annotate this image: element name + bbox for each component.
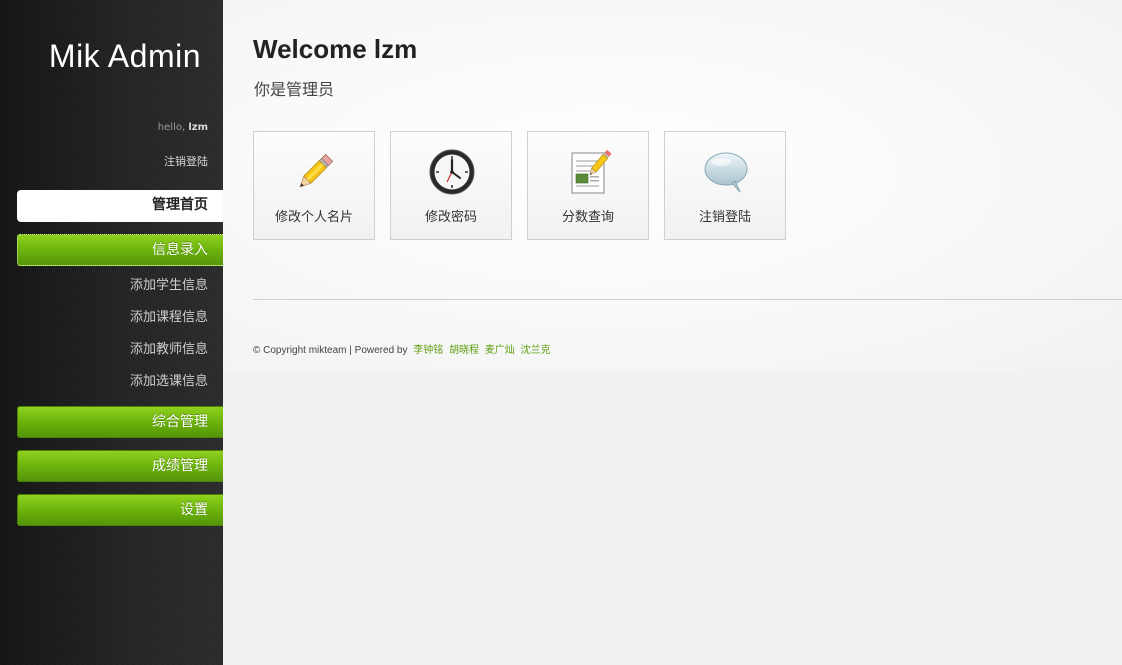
tile-grade-query[interactable]: 分数查询 (527, 131, 649, 240)
tile-logout[interactable]: 注销登陆 (664, 131, 786, 240)
user-greeting: hello, lzm (158, 122, 208, 133)
copyright-text: © Copyright mikteam | Powered by (253, 345, 408, 356)
pencil-icon (299, 153, 334, 188)
divider (253, 299, 1122, 300)
nav-comprehensive[interactable]: 综合管理 (17, 406, 223, 438)
logout-link[interactable]: 注销登陆 (164, 153, 208, 169)
greeting-text: hello, (157, 122, 186, 133)
sidebar: Mik Admin hello, lzm 注销登陆 管理首页 信息录入 添加学生… (0, 0, 223, 665)
role-text: 你是管理员 (254, 80, 335, 99)
main-content: Welcome lzm 你是管理员 修改个人名片 修改密码 分数查询 注销登陆 … (223, 0, 1122, 372)
author-link[interactable]: 李钟铭 (413, 345, 443, 356)
username: lzm (188, 122, 208, 133)
nav-info-entry[interactable]: 信息录入 (17, 234, 223, 266)
nav-grades[interactable]: 成绩管理 (17, 450, 223, 482)
sub-add-student[interactable]: 添加学生信息 (130, 274, 208, 293)
tile-label: 修改个人名片 (274, 210, 353, 225)
tile-label: 注销登陆 (698, 210, 751, 225)
footer: © Copyright mikteam | Powered by 李钟铭 胡晓程… (253, 341, 551, 356)
nav-settings[interactable]: 设置 (17, 494, 223, 526)
nav-home[interactable]: 管理首页 (17, 190, 223, 222)
tile-edit-profile[interactable]: 修改个人名片 (253, 131, 375, 240)
sub-add-teacher[interactable]: 添加教师信息 (130, 338, 208, 357)
notepad-icon (571, 149, 612, 194)
author-link[interactable]: 沈兰克 (521, 345, 551, 356)
tile-change-password[interactable]: 修改密码 (390, 131, 512, 240)
logo: Mik Admin (48, 38, 201, 74)
tile-label: 修改密码 (424, 210, 477, 225)
author-link[interactable]: 胡晓程 (449, 345, 479, 356)
tile-label: 分数查询 (561, 210, 614, 225)
page-title: Welcome lzm (253, 34, 418, 64)
sub-add-course[interactable]: 添加课程信息 (130, 306, 208, 325)
sub-add-enrollment[interactable]: 添加选课信息 (130, 370, 208, 389)
author-link[interactable]: 麦广灿 (485, 345, 515, 356)
speech-bubble-icon (704, 152, 748, 193)
clock-icon (429, 149, 475, 195)
